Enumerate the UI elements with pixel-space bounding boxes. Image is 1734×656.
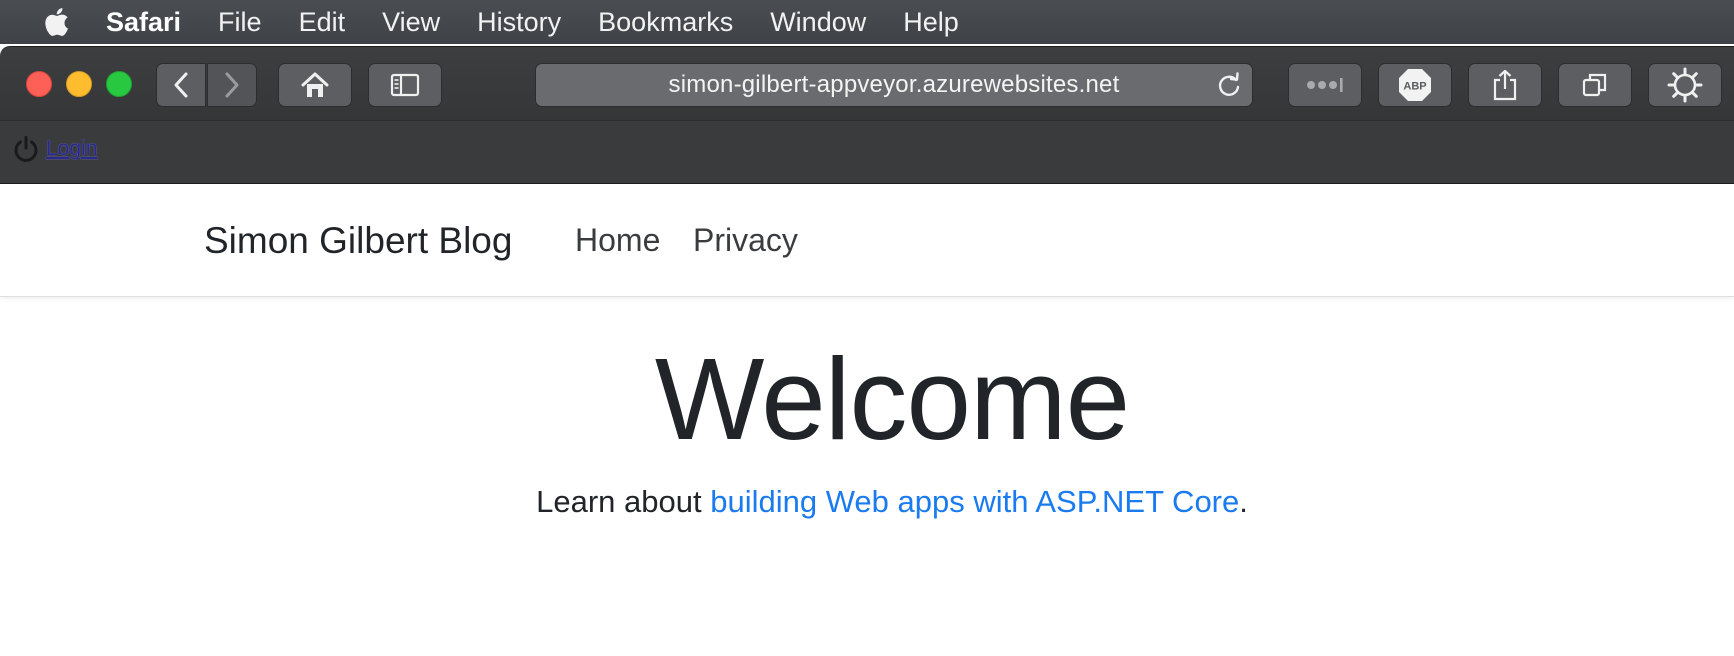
- zoom-window-button[interactable]: [106, 71, 132, 97]
- adblock-plus-button[interactable]: ABP: [1378, 63, 1452, 107]
- address-bar[interactable]: simon-gilbert-appveyor.azurewebsites.net: [535, 63, 1253, 107]
- menu-file[interactable]: File: [218, 0, 262, 44]
- menu-edit[interactable]: Edit: [299, 0, 346, 44]
- reload-icon[interactable]: [1216, 72, 1242, 98]
- power-icon: [14, 136, 38, 162]
- chevron-left-icon: [174, 72, 188, 98]
- more-dots-icon: [1307, 78, 1343, 92]
- site-brand-link[interactable]: Simon Gilbert Blog: [204, 220, 512, 262]
- back-button[interactable]: [156, 63, 206, 107]
- browser-toolbar: simon-gilbert-appveyor.azurewebsites.net…: [0, 46, 1734, 121]
- menu-window[interactable]: Window: [770, 0, 866, 44]
- tab-overview-button[interactable]: [1558, 63, 1632, 107]
- chevron-right-icon: [225, 72, 239, 98]
- menu-history[interactable]: History: [477, 0, 561, 44]
- menu-bar: Safari File Edit View History Bookmarks …: [0, 0, 1734, 44]
- favorite-login[interactable]: Login: [12, 135, 97, 163]
- sidebar-toggle-button[interactable]: [368, 63, 442, 107]
- address-url: simon-gilbert-appveyor.azurewebsites.net: [668, 71, 1120, 98]
- sidebar-icon: [390, 73, 420, 97]
- settings-button[interactable]: [1648, 63, 1722, 107]
- nav-home-link[interactable]: Home: [575, 222, 660, 259]
- web-page: Simon Gilbert Blog Home Privacy Welcome …: [0, 184, 1734, 656]
- menu-help[interactable]: Help: [903, 0, 959, 44]
- aspnet-core-docs-link[interactable]: building Web apps with ASP.NET Core: [710, 484, 1239, 519]
- menu-app-safari[interactable]: Safari: [106, 0, 181, 44]
- menu-view[interactable]: View: [382, 0, 440, 44]
- close-window-button[interactable]: [26, 71, 52, 97]
- adblock-plus-icon: ABP: [1399, 69, 1431, 101]
- forward-button[interactable]: [207, 63, 257, 107]
- reader-extensions-button[interactable]: [1288, 63, 1362, 107]
- apple-menu-icon[interactable]: [42, 7, 70, 37]
- home-icon: [301, 72, 329, 97]
- welcome-heading: Welcome: [654, 334, 1130, 464]
- menu-bookmarks[interactable]: Bookmarks: [598, 0, 733, 44]
- tabs-icon: [1582, 73, 1607, 97]
- nav-privacy-link[interactable]: Privacy: [693, 222, 798, 259]
- share-button[interactable]: [1468, 63, 1542, 107]
- svg-text:ABP: ABP: [1403, 81, 1426, 93]
- favorites-bar: Login: [0, 120, 1734, 184]
- learn-suffix: .: [1239, 484, 1248, 519]
- learn-paragraph: Learn about building Web apps with ASP.N…: [0, 484, 1734, 520]
- home-button[interactable]: [278, 63, 352, 107]
- gear-icon: [1667, 67, 1703, 103]
- share-icon: [1493, 69, 1517, 101]
- minimize-window-button[interactable]: [66, 71, 92, 97]
- learn-prefix: Learn about: [536, 484, 711, 519]
- favorite-login-label: Login: [46, 137, 98, 160]
- site-navbar: Simon Gilbert Blog Home Privacy: [0, 184, 1734, 297]
